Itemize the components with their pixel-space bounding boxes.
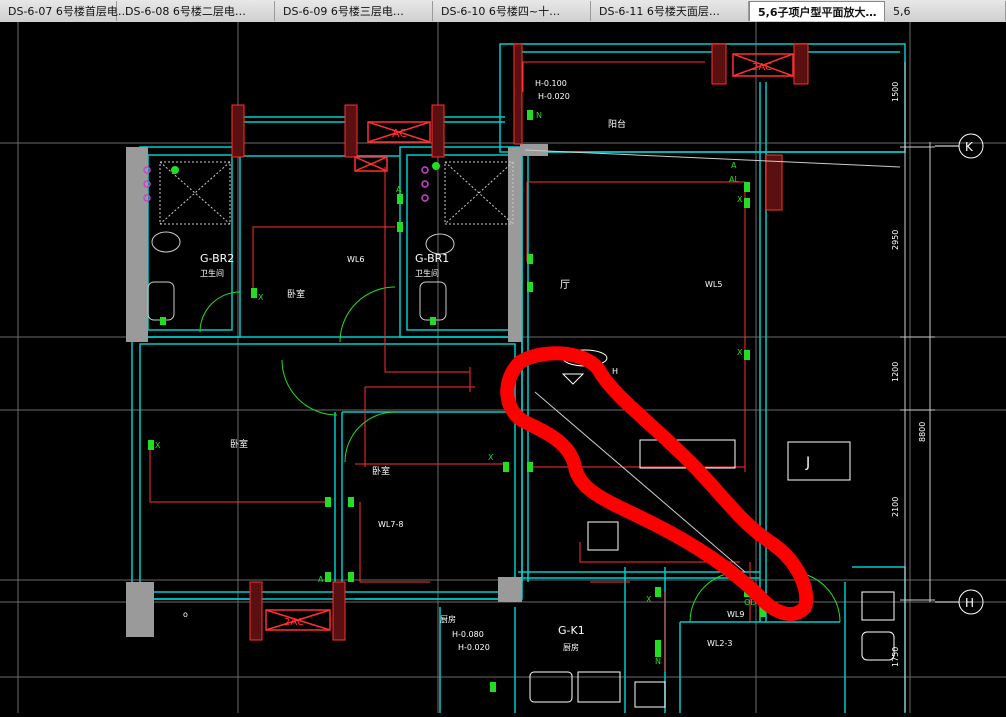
tab-ds-6-10[interactable]: DS-6-10 6号楼四~十… (433, 1, 591, 21)
room-g-br1-sub: 卫生间 (415, 268, 439, 278)
circuit-wl5: WL5 (705, 280, 722, 289)
tab-ds-6-07[interactable]: DS-6-07 6号楼首层电… (0, 1, 129, 21)
tab-5-6-more[interactable]: 5,6 (885, 1, 1006, 21)
dim-1750: 1750 (891, 647, 900, 667)
room-bedroom-left: 卧室 (230, 438, 248, 450)
circuit-wl2-3: WL2-3 (707, 639, 732, 648)
tab-ds-6-08[interactable]: DS-6-08 6号楼二层电… (117, 1, 275, 21)
label-n-2: N (655, 657, 661, 666)
label-x-2: X (737, 195, 743, 204)
label-h: H (612, 367, 618, 376)
room-g-br2-sub: 卫生间 (200, 268, 224, 278)
label-x-4: X (488, 453, 494, 462)
dim-2100: 2100 (891, 497, 900, 517)
balcony-label: 阳台 (608, 118, 626, 130)
circuit-wl9: WL9 (727, 610, 744, 619)
room-g-br1: G-BR1 (415, 252, 449, 265)
room-living: 厅 (560, 280, 570, 291)
tab-ds-6-09[interactable]: DS-6-09 6号楼三层电… (275, 1, 433, 21)
label-a-2: A (731, 161, 737, 170)
axis-label-bottom: H (965, 596, 974, 610)
ac-label-bottom: 2AC (284, 617, 304, 628)
room-g-k1: G-K1 (558, 624, 585, 637)
ac-label-top-right: 2AC (752, 62, 772, 73)
label-al: AL (729, 175, 739, 184)
symbol-o: o (183, 610, 188, 619)
room-bedroom-top: 卧室 (287, 288, 305, 300)
axis-label-top: K (965, 140, 974, 154)
room-bedroom-mid: 卧室 (372, 465, 390, 477)
elevation-bottom-1: H-0.080 (452, 630, 484, 639)
label-n: N (536, 111, 542, 120)
circuit-wl6: WL6 (347, 255, 364, 264)
floor-plan-svg: AC 2AC 2AC H-0.100 H-0.020 阳台 H-0.080 H-… (0, 22, 1006, 713)
document-tab-bar: DS-6-07 6号楼首层电… DS-6-08 6号楼二层电… DS-6-09 … (0, 0, 1006, 23)
dim-1200: 1200 (891, 362, 900, 382)
label-a-3: A (318, 575, 324, 584)
circuit-wl7-8: WL7-8 (378, 520, 403, 529)
kitchen-label: 厨房 (440, 614, 456, 624)
elevation-top-1: H-0.100 (535, 79, 567, 88)
tab-floor-plan-enlarged[interactable]: 5,6子项户型平面放大… (749, 1, 885, 21)
ac-label-top-left: AC (392, 127, 407, 140)
label-x-5: X (155, 441, 161, 450)
dim-2950: 2950 (891, 230, 900, 250)
label-x-1: X (258, 293, 264, 302)
tab-ds-6-11[interactable]: DS-6-11 6号楼天面层… (591, 1, 749, 21)
label-x-3: X (737, 348, 743, 357)
label-a-1: A (396, 185, 402, 194)
elevation-bottom-2: H-0.020 (458, 643, 490, 652)
dim-8800: 8800 (918, 422, 927, 442)
room-g-br2: G-BR2 (200, 252, 234, 265)
label-x-6: X (646, 595, 652, 604)
elevation-top-2: H-0.020 (538, 92, 570, 101)
label-j: J (805, 455, 810, 471)
dim-1500: 1500 (891, 82, 900, 102)
cad-drawing-canvas[interactable]: AC 2AC 2AC H-0.100 H-0.020 阳台 H-0.080 H-… (0, 22, 1006, 713)
room-g-k1-sub: 厨房 (563, 642, 579, 652)
